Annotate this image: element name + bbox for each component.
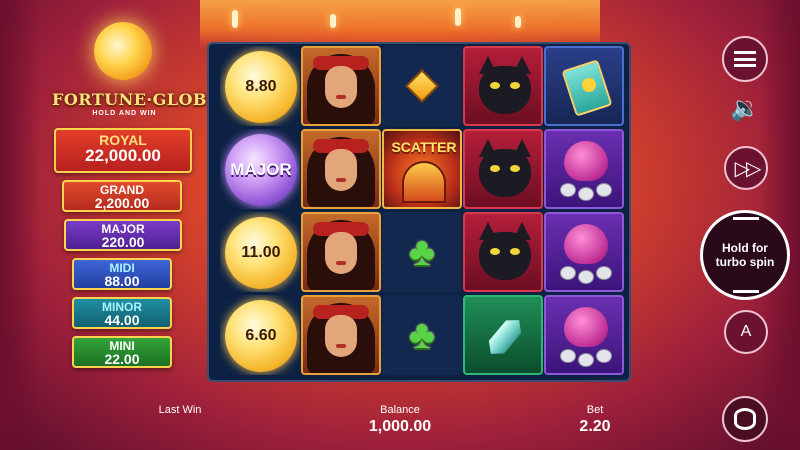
city-skyline-decoration [200, 0, 600, 48]
pouch-icon [564, 141, 608, 181]
diamond-icon [405, 69, 439, 103]
jackpot-name: MIDI [109, 261, 135, 275]
hamburger-icon [734, 51, 756, 67]
jackpot-grand: GRAND 2,200.00 [62, 180, 182, 212]
reel-cell: 6.60 [220, 295, 300, 375]
black-cat-symbol [463, 212, 543, 292]
scatter-symbol: SCATTER [382, 129, 462, 209]
jackpot-minor: MINOR 44.00 [72, 297, 172, 329]
scatter-label: SCATTER [391, 139, 457, 155]
crystal-ball-icon [94, 22, 152, 80]
balance-value: 1,000.00 [368, 418, 432, 435]
sun-icon [582, 78, 596, 92]
rotate-arrow-icon [733, 283, 759, 293]
fortune-teller-symbol [301, 212, 381, 292]
balance-label: Balance [380, 404, 420, 416]
menu-button[interactable] [722, 36, 768, 82]
diamond-symbol [382, 46, 462, 126]
tarot-cards-symbol [544, 46, 624, 126]
logo-subtitle: HOLD AND WIN [92, 110, 157, 117]
rune-pouch-symbol [544, 295, 624, 375]
fast-play-button[interactable]: ▷▷ [724, 146, 768, 190]
jackpot-name: ROYAL [99, 132, 147, 148]
jackpot-value: 2,200.00 [94, 195, 150, 211]
bet-value: 2.20 [579, 418, 611, 435]
jackpot-value: 220.00 [101, 234, 145, 250]
autoplay-button[interactable]: A [724, 310, 768, 354]
candle-icon [515, 16, 521, 28]
jackpot-value: 22,000.00 [85, 146, 161, 165]
club-symbol: ♣ [382, 212, 462, 292]
game-logo: FORTUNE·GLOBE HOLD AND WIN [52, 22, 220, 122]
jackpot-major: MAJOR 220.00 [64, 219, 182, 251]
jackpot-name: MINI [109, 339, 135, 353]
rune-pouch-symbol [544, 212, 624, 292]
jackpot-name: MINOR [102, 300, 142, 314]
pouch-icon [564, 224, 608, 264]
jackpot-value: 44.00 [104, 312, 140, 328]
coin-orb: 11.00 [225, 217, 297, 289]
autoplay-icon: A [740, 323, 752, 340]
black-cat-symbol [463, 129, 543, 209]
coin-orb: 8.80 [225, 51, 297, 123]
black-cat-symbol [463, 46, 543, 126]
fast-forward-icon: ▷▷ [734, 157, 762, 180]
coin-stack-icon [734, 408, 756, 430]
candle-icon [330, 14, 336, 28]
jackpot-midi: MIDI 88.00 [72, 258, 172, 290]
curtain-stage-icon [402, 161, 446, 203]
bet-label: Bet [586, 404, 604, 416]
bet-display: Bet 2.20 [570, 404, 620, 436]
candle-icon [232, 10, 238, 28]
jackpot-orb: MAJOR [225, 134, 297, 206]
last-win-display: Last Win [150, 404, 210, 416]
jackpot-name: GRAND [100, 183, 144, 197]
spin-button[interactable]: Hold for turbo spin [700, 210, 790, 300]
last-win-label: Last Win [158, 404, 202, 416]
club-symbol: ♣ [382, 295, 462, 375]
jackpot-value: 22.00 [104, 351, 140, 367]
reel-cell: 8.80 [220, 46, 300, 126]
pouch-icon [564, 307, 608, 347]
rotate-arrow-icon [733, 217, 759, 227]
jackpot-mini: MINI 22.00 [72, 336, 172, 368]
fortune-teller-symbol [301, 295, 381, 375]
bet-settings-button[interactable] [722, 396, 768, 442]
jackpot-value: 88.00 [104, 273, 140, 289]
coin-orb: 6.60 [225, 300, 297, 372]
club-icon: ♣ [408, 229, 436, 274]
reel-grid: 8.80 MAJOR 11.00 6.60 SCATTER ♣ ♣ [207, 42, 631, 382]
reel-cell: MAJOR [220, 129, 300, 209]
club-icon: ♣ [408, 312, 436, 357]
jackpot-name: MAJOR [101, 222, 145, 236]
fortune-teller-symbol [301, 46, 381, 126]
jackpot-royal: ROYAL 22,000.00 [54, 128, 192, 173]
left-curtain-decoration [0, 0, 40, 450]
spin-label: Hold for turbo spin [715, 240, 775, 269]
crystal-pendant-symbol [463, 295, 543, 375]
candle-icon [455, 8, 461, 26]
sound-icon[interactable]: 🔉 [726, 92, 764, 124]
crystal-icon [483, 314, 527, 361]
rune-pouch-symbol [544, 129, 624, 209]
balance-display: Balance 1,000.00 [350, 404, 450, 436]
reel-cell: 11.00 [220, 212, 300, 292]
logo-title: FORTUNE·GLOBE [52, 90, 220, 109]
fortune-teller-symbol [301, 129, 381, 209]
